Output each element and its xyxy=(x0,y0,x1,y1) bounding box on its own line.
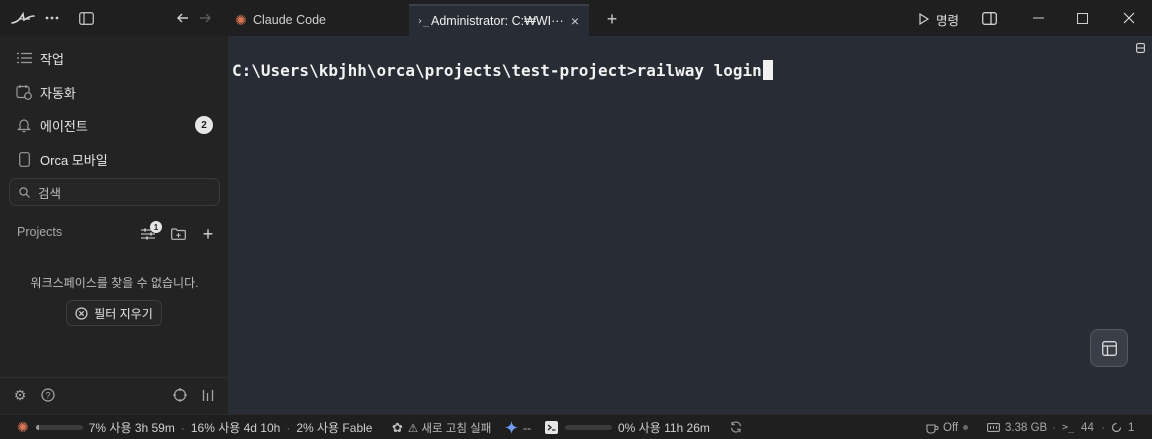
memory-value: 3.38 GB xyxy=(1005,421,1048,434)
memory-usage[interactable]: 3.38 GB xyxy=(987,415,1047,439)
separator-dot: · xyxy=(1052,420,1056,434)
help-icon[interactable]: ? xyxy=(40,387,56,403)
claude-five-hour-usage: 7% 사용 3h 59m xyxy=(88,421,175,435)
status-dot xyxy=(963,425,969,430)
run-command-button[interactable]: 명령 xyxy=(918,10,959,28)
sidebar-divider xyxy=(0,377,229,378)
toggle-panel-icon[interactable] xyxy=(980,9,998,27)
tab-claude-code[interactable]: ✺ Claude Code xyxy=(229,4,407,36)
clear-circle-icon xyxy=(75,306,88,320)
gemini-sparkle-icon xyxy=(505,421,518,434)
terminal-prompt-icon: >_ xyxy=(1062,422,1075,433)
sidebar: 작업 자동화 에이전트 2 Orca 모바일 검색 Projects 1 + 워… xyxy=(0,36,229,414)
separator-dot: · xyxy=(1101,420,1105,434)
clear-filter-button[interactable]: 필터 지우기 xyxy=(66,300,162,326)
sidebar-item-label: 자동화 xyxy=(40,85,76,101)
sidebar-item-label: 에이전트 xyxy=(40,118,88,134)
run-command-label: 명령 xyxy=(936,13,960,28)
tab-label: Administrator: C:₩WI··· xyxy=(431,14,564,28)
terminal-count-value: 44 xyxy=(1081,421,1094,434)
columns-icon[interactable] xyxy=(200,387,216,403)
tab-administrator-terminal[interactable]: ›_ Administrator: C:₩WI··· × xyxy=(409,4,589,36)
terminal-count[interactable]: >_ 44 xyxy=(1062,415,1094,439)
agents-count-badge: 2 xyxy=(195,116,213,134)
coffee-cup-icon xyxy=(926,423,939,434)
minimize-window-icon[interactable] xyxy=(1030,9,1048,27)
list-icon xyxy=(8,52,40,64)
new-tab-plus-icon[interactable]: + xyxy=(603,9,621,29)
separator-dot: · xyxy=(180,420,185,435)
tab-label: Claude Code xyxy=(253,13,326,27)
svg-text:?: ? xyxy=(45,391,50,401)
terminal-cursor xyxy=(762,60,773,80)
layout-panel-icon xyxy=(1101,340,1117,356)
refresh-icon[interactable] xyxy=(729,420,743,434)
projects-heading: Projects xyxy=(17,225,63,239)
maximize-window-icon[interactable] xyxy=(1073,9,1091,27)
search-icon xyxy=(10,186,38,198)
terminal-prompt-icon: ›_ xyxy=(417,15,430,27)
back-arrow-icon[interactable] xyxy=(173,8,193,28)
close-tab-icon[interactable]: × xyxy=(571,13,579,29)
caffeinate-status: Off xyxy=(943,421,959,434)
claude-weekly-usage: 16% 사용 4d 10h xyxy=(190,421,281,435)
empty-workspace-message: 워크스페이스를 찾을 수 없습니다. xyxy=(30,276,199,290)
codex-terminal-icon xyxy=(545,421,558,434)
play-icon xyxy=(919,13,930,25)
session-count[interactable]: 1 xyxy=(1111,415,1134,439)
sidebar-item-agents[interactable]: 에이전트 2 xyxy=(8,111,221,139)
terminal-command-line: C:\Users\kbjhh\orca\projects\test-projec… xyxy=(232,60,762,80)
sidebar-item-label: Orca 모바일 xyxy=(40,152,108,168)
loading-spinner-icon xyxy=(1111,422,1122,433)
orca-logo-icon xyxy=(8,8,38,28)
terminal-pane[interactable] xyxy=(229,36,1152,414)
codex-usage-bar xyxy=(565,425,612,430)
layout-panel-button[interactable] xyxy=(1090,329,1128,367)
phone-icon xyxy=(8,151,40,167)
claude-asterisk-icon: ✺ xyxy=(235,11,247,28)
caffeinate-toggle[interactable]: Off xyxy=(926,415,969,439)
gemini-value: -- xyxy=(523,420,531,435)
gemini-usage-indicator[interactable]: -- xyxy=(505,415,531,439)
session-count-value: 1 xyxy=(1128,421,1135,434)
calendar-clock-icon xyxy=(8,84,40,100)
terminal-output[interactable]: C:\Users\kbjhh\orca\projects\test-projec… xyxy=(232,60,773,80)
bell-icon xyxy=(8,118,40,133)
add-folder-icon[interactable] xyxy=(169,225,187,243)
toggle-sidebar-icon[interactable] xyxy=(76,8,96,28)
codex-usage-indicator[interactable]: 0% 사용 11h 26m xyxy=(545,415,710,439)
title-bar: ✺ Claude Code ›_ Administrator: C:₩WI···… xyxy=(0,0,1152,36)
forward-arrow-icon[interactable] xyxy=(195,8,215,28)
sidebar-item-automation[interactable]: 자동화 xyxy=(8,78,221,106)
add-project-plus-icon[interactable]: + xyxy=(199,224,217,244)
status-bar: ✺ 7% 사용 3h 59m · 16% 사용 4d 10h · 2% 사용 F… xyxy=(0,414,1152,439)
claude-fable-usage: 2% 사용 Fable xyxy=(296,421,373,435)
claude-usage-bar xyxy=(35,425,83,430)
refresh-failed-text: ⚠ 새로 고침 실패 xyxy=(407,422,492,435)
openai-logo-icon: ✿ xyxy=(392,419,403,435)
crosshair-target-icon[interactable] xyxy=(172,387,188,403)
sidebar-item-orca-mobile[interactable]: Orca 모바일 xyxy=(8,145,221,173)
clear-filter-label: 필터 지우기 xyxy=(94,306,153,321)
separator-dot: · xyxy=(286,420,291,435)
claude-asterisk-icon: ✺ xyxy=(17,419,29,435)
memory-chip-icon xyxy=(987,423,1000,432)
settings-gear-icon[interactable]: ⚙ xyxy=(12,387,28,403)
scroll-marker-icon[interactable] xyxy=(1134,42,1146,54)
search-input[interactable]: 검색 xyxy=(9,178,220,206)
search-placeholder: 검색 xyxy=(38,186,62,201)
codex-usage-text: 0% 사용 11h 26m xyxy=(618,421,710,435)
filter-count-badge: 1 xyxy=(150,221,162,233)
claude-usage-indicator[interactable]: ✺ 7% 사용 3h 59m · 16% 사용 4d 10h · 2% 사용 F… xyxy=(17,415,372,439)
openai-refresh-status[interactable]: ✿ ⚠ 새로 고침 실패 xyxy=(392,415,491,439)
close-window-icon[interactable] xyxy=(1120,9,1138,27)
more-options-icon[interactable] xyxy=(42,8,62,28)
sidebar-item-label: 작업 xyxy=(40,51,64,67)
sidebar-item-tasks[interactable]: 작업 xyxy=(8,44,221,72)
